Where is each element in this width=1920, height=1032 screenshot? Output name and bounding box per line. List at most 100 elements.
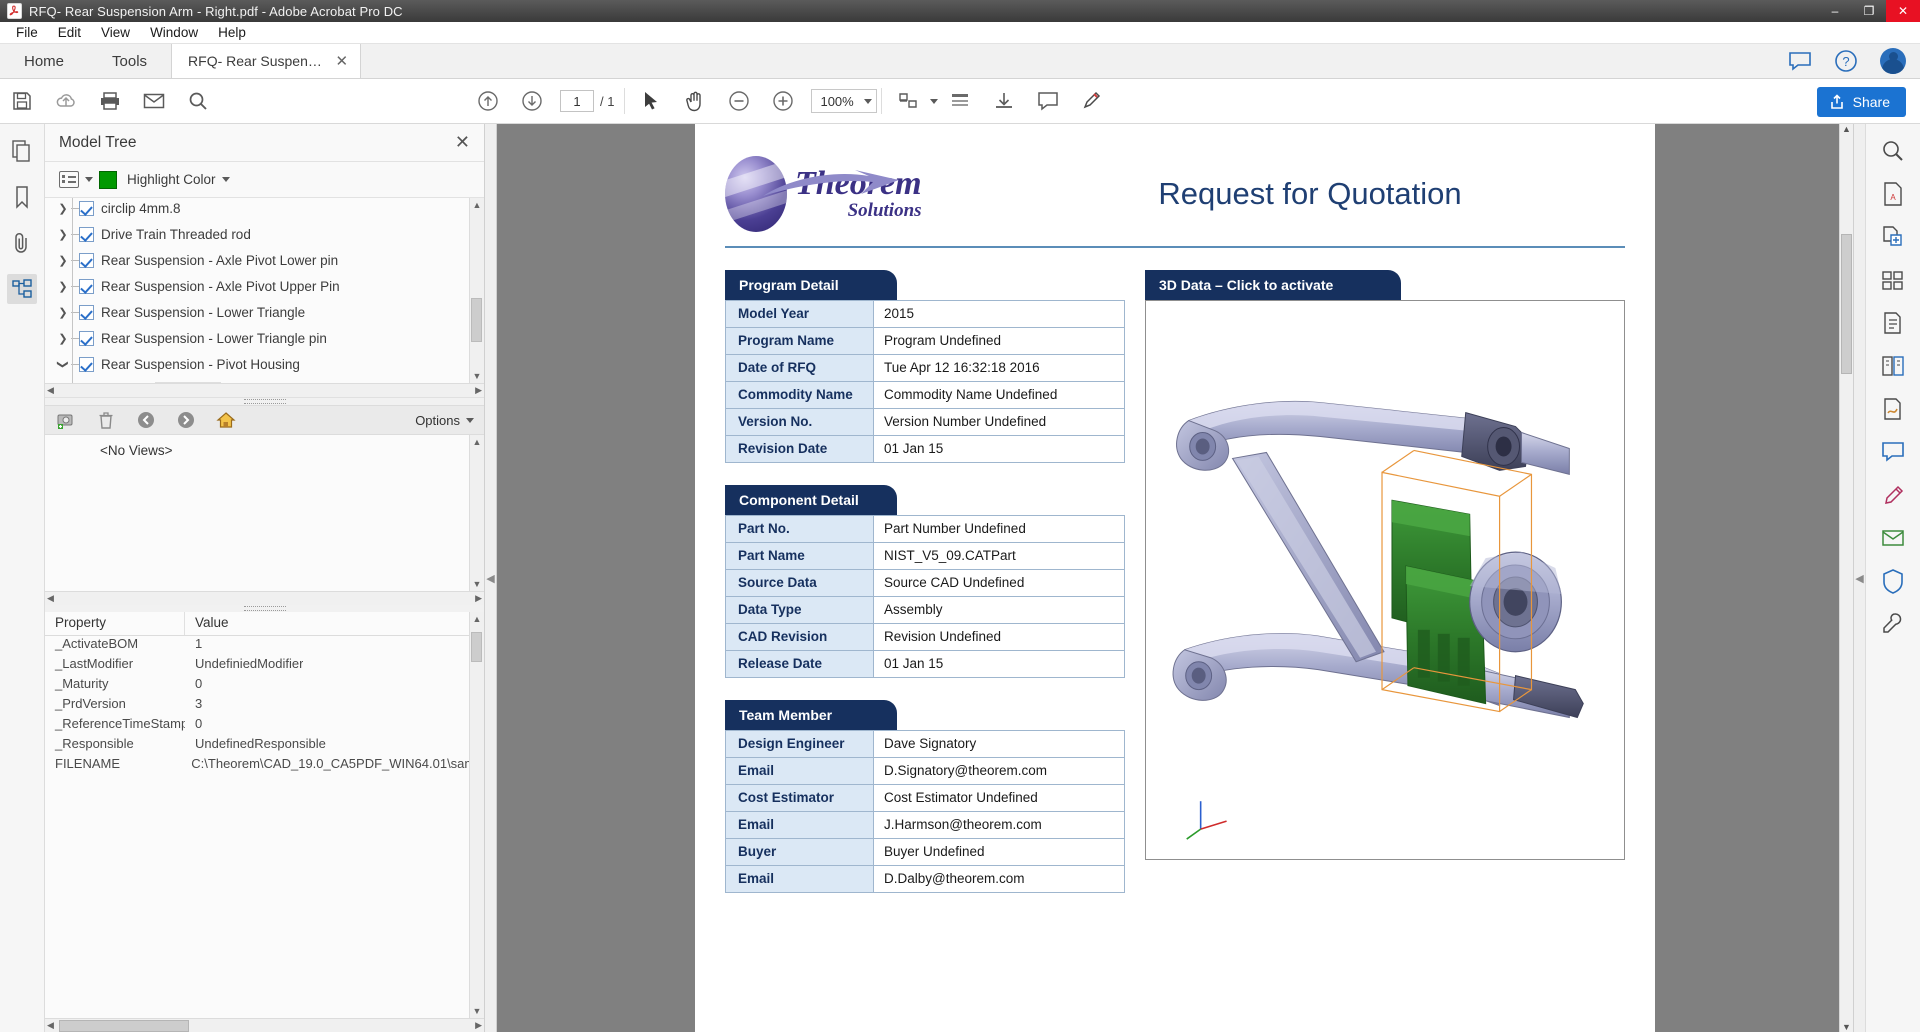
minimize-button[interactable]: – bbox=[1818, 0, 1852, 22]
tree-node-checkbox[interactable] bbox=[79, 356, 94, 372]
page-thumbnails-icon[interactable] bbox=[7, 136, 37, 166]
chevron-down-icon-highlight[interactable] bbox=[221, 177, 230, 182]
save-icon[interactable] bbox=[0, 82, 44, 120]
panel-splitter-top[interactable] bbox=[45, 398, 484, 405]
property-row[interactable]: _Responsible UndefinedResponsible bbox=[45, 736, 484, 756]
views-options-button[interactable]: Options bbox=[415, 413, 474, 428]
scroll-left-icon[interactable]: ◀ bbox=[47, 385, 54, 396]
scroll-mode-icon[interactable] bbox=[938, 82, 982, 120]
panel-collapse-handle[interactable]: ◀ bbox=[485, 124, 497, 1032]
tree-node-checkbox[interactable] bbox=[79, 226, 94, 242]
previous-view-icon[interactable] bbox=[135, 409, 157, 431]
tree-node[interactable]: ❯ Rear Suspension - Lower Triangle bbox=[45, 299, 484, 325]
property-row[interactable]: FILENAME C:\Theorem\CAD_19.0_CA5PDF_WIN6… bbox=[45, 756, 484, 776]
chevron-right-icon[interactable]: ❯ bbox=[55, 332, 71, 345]
tree-vertical-scrollbar[interactable]: ▲ ▼ bbox=[469, 198, 484, 383]
search-icon[interactable] bbox=[176, 82, 220, 120]
chevron-right-icon[interactable]: ❯ bbox=[55, 228, 71, 241]
page-down-icon[interactable] bbox=[510, 82, 554, 120]
property-row[interactable]: _ActivateBOM 1 bbox=[45, 636, 484, 656]
scroll-left-icon[interactable]: ◀ bbox=[47, 1020, 54, 1031]
delete-view-icon[interactable] bbox=[95, 409, 117, 431]
properties-panel[interactable]: Property Value _ActivateBOM 1 _LastModif… bbox=[45, 612, 484, 1032]
tree-node[interactable]: ❯ circlip 4mm.8 bbox=[45, 198, 484, 221]
organize-pages-icon[interactable] bbox=[1876, 263, 1910, 297]
edit-pdf-icon[interactable] bbox=[1876, 306, 1910, 340]
property-row[interactable]: _ReferenceTimeStamp 0 bbox=[45, 716, 484, 736]
close-button[interactable]: ✕ bbox=[1886, 0, 1920, 22]
views-vertical-scrollbar[interactable]: ▲ ▼ bbox=[469, 435, 484, 591]
combine-files-icon[interactable] bbox=[1876, 349, 1910, 383]
scroll-thumb-horizontal[interactable] bbox=[59, 1019, 189, 1032]
fit-page-icon[interactable] bbox=[886, 82, 930, 120]
menu-item-edit[interactable]: Edit bbox=[48, 22, 91, 44]
menu-item-window[interactable]: Window bbox=[140, 22, 208, 44]
menu-item-help[interactable]: Help bbox=[208, 22, 256, 44]
close-icon[interactable]: ✕ bbox=[455, 132, 470, 153]
scroll-right-icon[interactable]: ▶ bbox=[475, 593, 482, 604]
download-icon[interactable] bbox=[982, 82, 1026, 120]
highlight-color-swatch[interactable] bbox=[99, 170, 117, 189]
tree-node[interactable]: ❯ Drive Train Threaded rod bbox=[45, 221, 484, 247]
model-tree-icon[interactable] bbox=[7, 274, 37, 304]
model-tree-list[interactable]: ❯ circlip 4mm.8 ❯ Drive Train Threaded r… bbox=[45, 198, 484, 398]
scroll-down-icon[interactable]: ▼ bbox=[473, 369, 482, 383]
chevron-down-icon-node[interactable]: ❯ bbox=[57, 356, 70, 372]
tree-node[interactable]: ❯ Rear Suspension - Axle Pivot Lower pin bbox=[45, 247, 484, 273]
scroll-down-icon[interactable]: ▼ bbox=[473, 577, 482, 591]
fill-sign-icon[interactable] bbox=[1876, 392, 1910, 426]
email-icon[interactable] bbox=[132, 82, 176, 120]
next-view-icon[interactable] bbox=[175, 409, 197, 431]
right-panel-collapse-handle[interactable]: ◀ bbox=[1853, 124, 1865, 1032]
default-view-icon[interactable] bbox=[215, 409, 237, 431]
page-vertical-scrollbar[interactable]: ▲ ▼ bbox=[1839, 124, 1853, 1032]
chevron-right-icon[interactable]: ❯ bbox=[55, 254, 71, 267]
page-number-input[interactable] bbox=[560, 90, 594, 112]
zoom-in-icon[interactable] bbox=[761, 82, 805, 120]
scroll-right-icon[interactable]: ▶ bbox=[475, 385, 482, 396]
tab-document[interactable]: RFQ- Rear Suspensi... ✕ bbox=[171, 44, 362, 78]
chevron-right-icon[interactable]: ❯ bbox=[55, 306, 71, 319]
create-pdf-icon[interactable] bbox=[1876, 220, 1910, 254]
chevron-down-icon-tree[interactable] bbox=[85, 177, 93, 182]
comment-balloon-icon[interactable] bbox=[1788, 51, 1812, 71]
chevron-down-icon-fit[interactable] bbox=[929, 98, 938, 104]
tree-node-checkbox[interactable] bbox=[79, 304, 94, 320]
chevron-down-icon-options[interactable] bbox=[466, 417, 474, 423]
protect-icon[interactable] bbox=[1876, 564, 1910, 598]
properties-vertical-scrollbar[interactable]: ▲ ▼ bbox=[469, 612, 484, 1018]
stamp-icon[interactable] bbox=[1876, 478, 1910, 512]
comment-panel-icon[interactable] bbox=[1876, 435, 1910, 469]
scroll-up-icon[interactable]: ▲ bbox=[473, 612, 482, 626]
comment-icon[interactable] bbox=[1026, 82, 1070, 120]
tree-node[interactable]: ❯ Rear Suspension - Lower Triangle pin bbox=[45, 325, 484, 351]
chevron-down-icon[interactable] bbox=[863, 98, 872, 104]
scroll-thumb[interactable] bbox=[1841, 234, 1852, 374]
zoom-selector[interactable]: 100% bbox=[811, 89, 877, 113]
bookmarks-icon[interactable] bbox=[7, 182, 37, 212]
threed-viewport[interactable] bbox=[1145, 299, 1625, 860]
menu-item-file[interactable]: File bbox=[6, 22, 48, 44]
share-button[interactable]: Share bbox=[1816, 87, 1906, 117]
panel-splitter-bottom[interactable] bbox=[45, 605, 484, 612]
cloud-upload-icon[interactable] bbox=[44, 82, 88, 120]
chevron-right-icon[interactable]: ❯ bbox=[55, 280, 71, 293]
property-row[interactable]: _Maturity 0 bbox=[45, 676, 484, 696]
scroll-thumb[interactable] bbox=[471, 298, 482, 342]
chevron-right-icon[interactable]: ❯ bbox=[55, 202, 71, 215]
scroll-thumb[interactable] bbox=[471, 632, 482, 662]
views-list[interactable]: <No Views> ▲ ▼ ◀ ▶ bbox=[45, 435, 484, 605]
send-for-signature-icon[interactable] bbox=[1876, 521, 1910, 555]
add-view-icon[interactable] bbox=[55, 409, 77, 431]
export-pdf-icon[interactable]: A bbox=[1876, 177, 1910, 211]
avatar[interactable] bbox=[1880, 48, 1906, 74]
menu-item-view[interactable]: View bbox=[91, 22, 140, 44]
tab-tools[interactable]: Tools bbox=[88, 44, 171, 78]
scroll-left-icon[interactable]: ◀ bbox=[47, 593, 54, 604]
scroll-up-icon[interactable]: ▲ bbox=[473, 198, 482, 212]
search-panel-icon[interactable] bbox=[1876, 134, 1910, 168]
property-row[interactable]: _LastModifier UndefiniedModifier bbox=[45, 656, 484, 676]
page-area[interactable]: Theorem Solutions Request for Quotation … bbox=[497, 124, 1853, 1032]
print-icon[interactable] bbox=[88, 82, 132, 120]
scroll-down-icon[interactable]: ▼ bbox=[1842, 1022, 1851, 1032]
